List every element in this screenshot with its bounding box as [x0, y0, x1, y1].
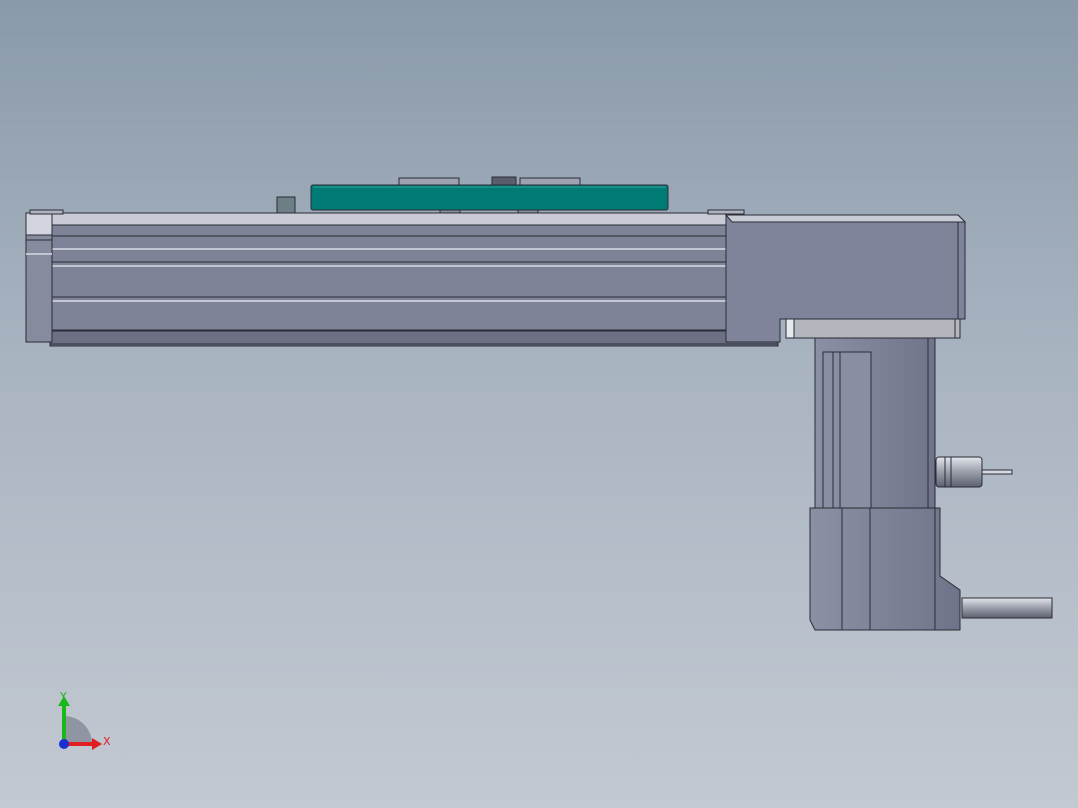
linear-actuator-assembly[interactable]	[25, 176, 1053, 631]
motor-upper-panel	[822, 351, 872, 509]
motor-lower-body[interactable]	[809, 507, 961, 631]
sensor-block[interactable]	[276, 196, 296, 215]
left-end-cap-tab	[29, 209, 64, 215]
rail-top-cover	[25, 212, 727, 226]
graphics-viewport[interactable]: Y X	[0, 0, 1078, 808]
encoder-connector[interactable]	[935, 456, 983, 488]
z-axis-dot-icon	[59, 739, 69, 749]
left-end-cap-top	[25, 212, 53, 236]
reference-triad[interactable]: Y X	[58, 690, 111, 750]
motor-mount-top-face	[724, 214, 967, 223]
carriage-center-bolt	[491, 176, 517, 186]
right-end-cap-tab	[707, 209, 745, 215]
triad-plane-indicator	[64, 716, 92, 744]
x-axis-label: X	[103, 735, 111, 748]
adapter-plate	[785, 318, 961, 339]
rail-body[interactable]	[25, 212, 727, 343]
connector-pin	[981, 469, 1013, 475]
carriage-slider[interactable]	[310, 184, 669, 211]
adapter-plate-edge	[785, 318, 795, 339]
output-shaft[interactable]	[961, 597, 1053, 619]
y-axis-label: Y	[59, 690, 67, 703]
x-axis-arrow-icon	[92, 738, 102, 750]
model-view[interactable]: Y X	[0, 0, 1078, 808]
